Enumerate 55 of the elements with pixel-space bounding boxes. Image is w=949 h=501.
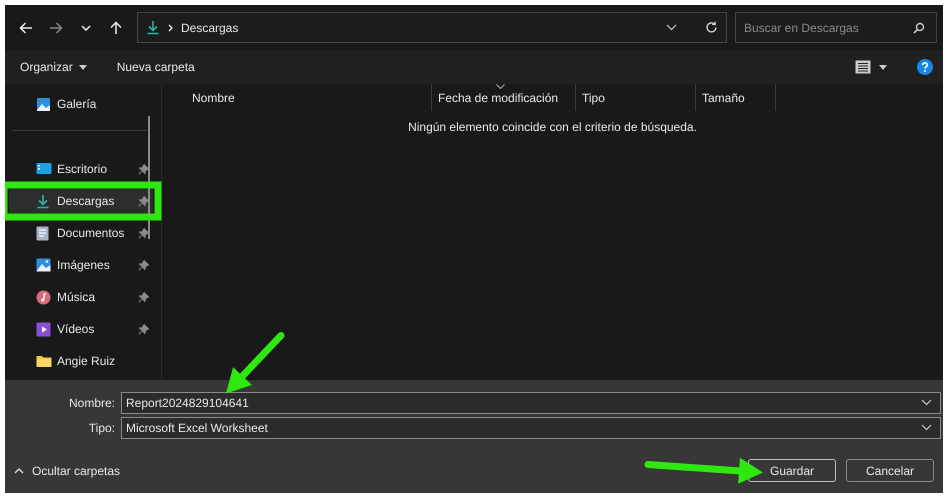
column-header[interactable]: Tamaño [696,84,776,111]
column-header[interactable]: Tipo [576,84,696,111]
back-arrow-icon[interactable] [19,22,33,34]
empty-message: Ningún elemento coincide con el criterio de búsqueda. [407,120,698,134]
picture-icon [36,258,51,272]
chevron-up-icon [14,468,24,474]
sidebar-item[interactable]: Descargas [9,189,153,213]
download-icon [146,20,160,35]
pin-icon[interactable] [138,292,149,302]
hide-folders-toggle[interactable]: Ocultar carpetas [14,464,120,478]
caret-icon [78,64,87,70]
field-label: Tipo: [88,420,116,434]
download-icon [36,194,50,208]
field-label: Nombre: [68,396,116,410]
document-icon [36,226,49,240]
sidebar-item[interactable]: Vídeos [9,317,153,341]
up-arrow-icon[interactable] [110,20,122,34]
chevron-right-icon [168,24,173,32]
pin-icon[interactable] [138,164,149,174]
music-note-icon [36,290,51,304]
chevron-down-icon[interactable] [666,24,677,31]
caret-icon[interactable] [879,64,887,70]
sidebar-item[interactable]: Música [9,285,153,309]
forward-arrow-icon[interactable] [49,22,63,34]
cancel-button[interactable]: Cancelar [846,459,934,482]
sidebar-item[interactable]: Galería [9,92,153,116]
address-bar[interactable]: Descargas [137,12,727,43]
gallery-icon [36,96,51,112]
pin-icon[interactable] [138,228,149,238]
refresh-icon[interactable] [705,21,718,34]
folder-icon [36,354,52,368]
sidebar-item[interactable]: Angie Ruiz [9,349,153,373]
column-header[interactable]: Nombre [162,84,432,111]
sidebar-item[interactable]: Imágenes [9,253,153,277]
help-icon[interactable] [917,59,933,75]
pin-icon[interactable] [138,260,149,270]
monitor-icon [36,162,52,176]
sort-caret-icon [496,84,505,89]
search-field[interactable]: Buscar en Descargas [735,12,937,43]
sidebar-item[interactable]: Documentos [9,221,153,245]
view-list-icon[interactable] [855,60,871,74]
name-field[interactable]: Report2024829104641 [121,392,941,414]
sidebar-item[interactable]: Escritorio [9,157,153,181]
chevron-down-icon[interactable] [921,424,932,431]
organize-menu[interactable]: Organizar [20,60,87,74]
type-dropdown[interactable]: Microsoft Excel Worksheet [121,416,941,438]
column-header[interactable]: Fecha de modificación [432,84,576,111]
save-button[interactable]: Guardar [748,459,836,482]
search-icon[interactable] [913,22,925,34]
pin-icon[interactable] [138,196,149,206]
pin-icon[interactable] [138,324,149,334]
scrollbar[interactable] [148,116,150,239]
chevron-down-icon[interactable] [921,399,932,406]
video-icon [36,322,51,336]
new-folder-button[interactable]: Nueva carpeta [116,60,195,74]
